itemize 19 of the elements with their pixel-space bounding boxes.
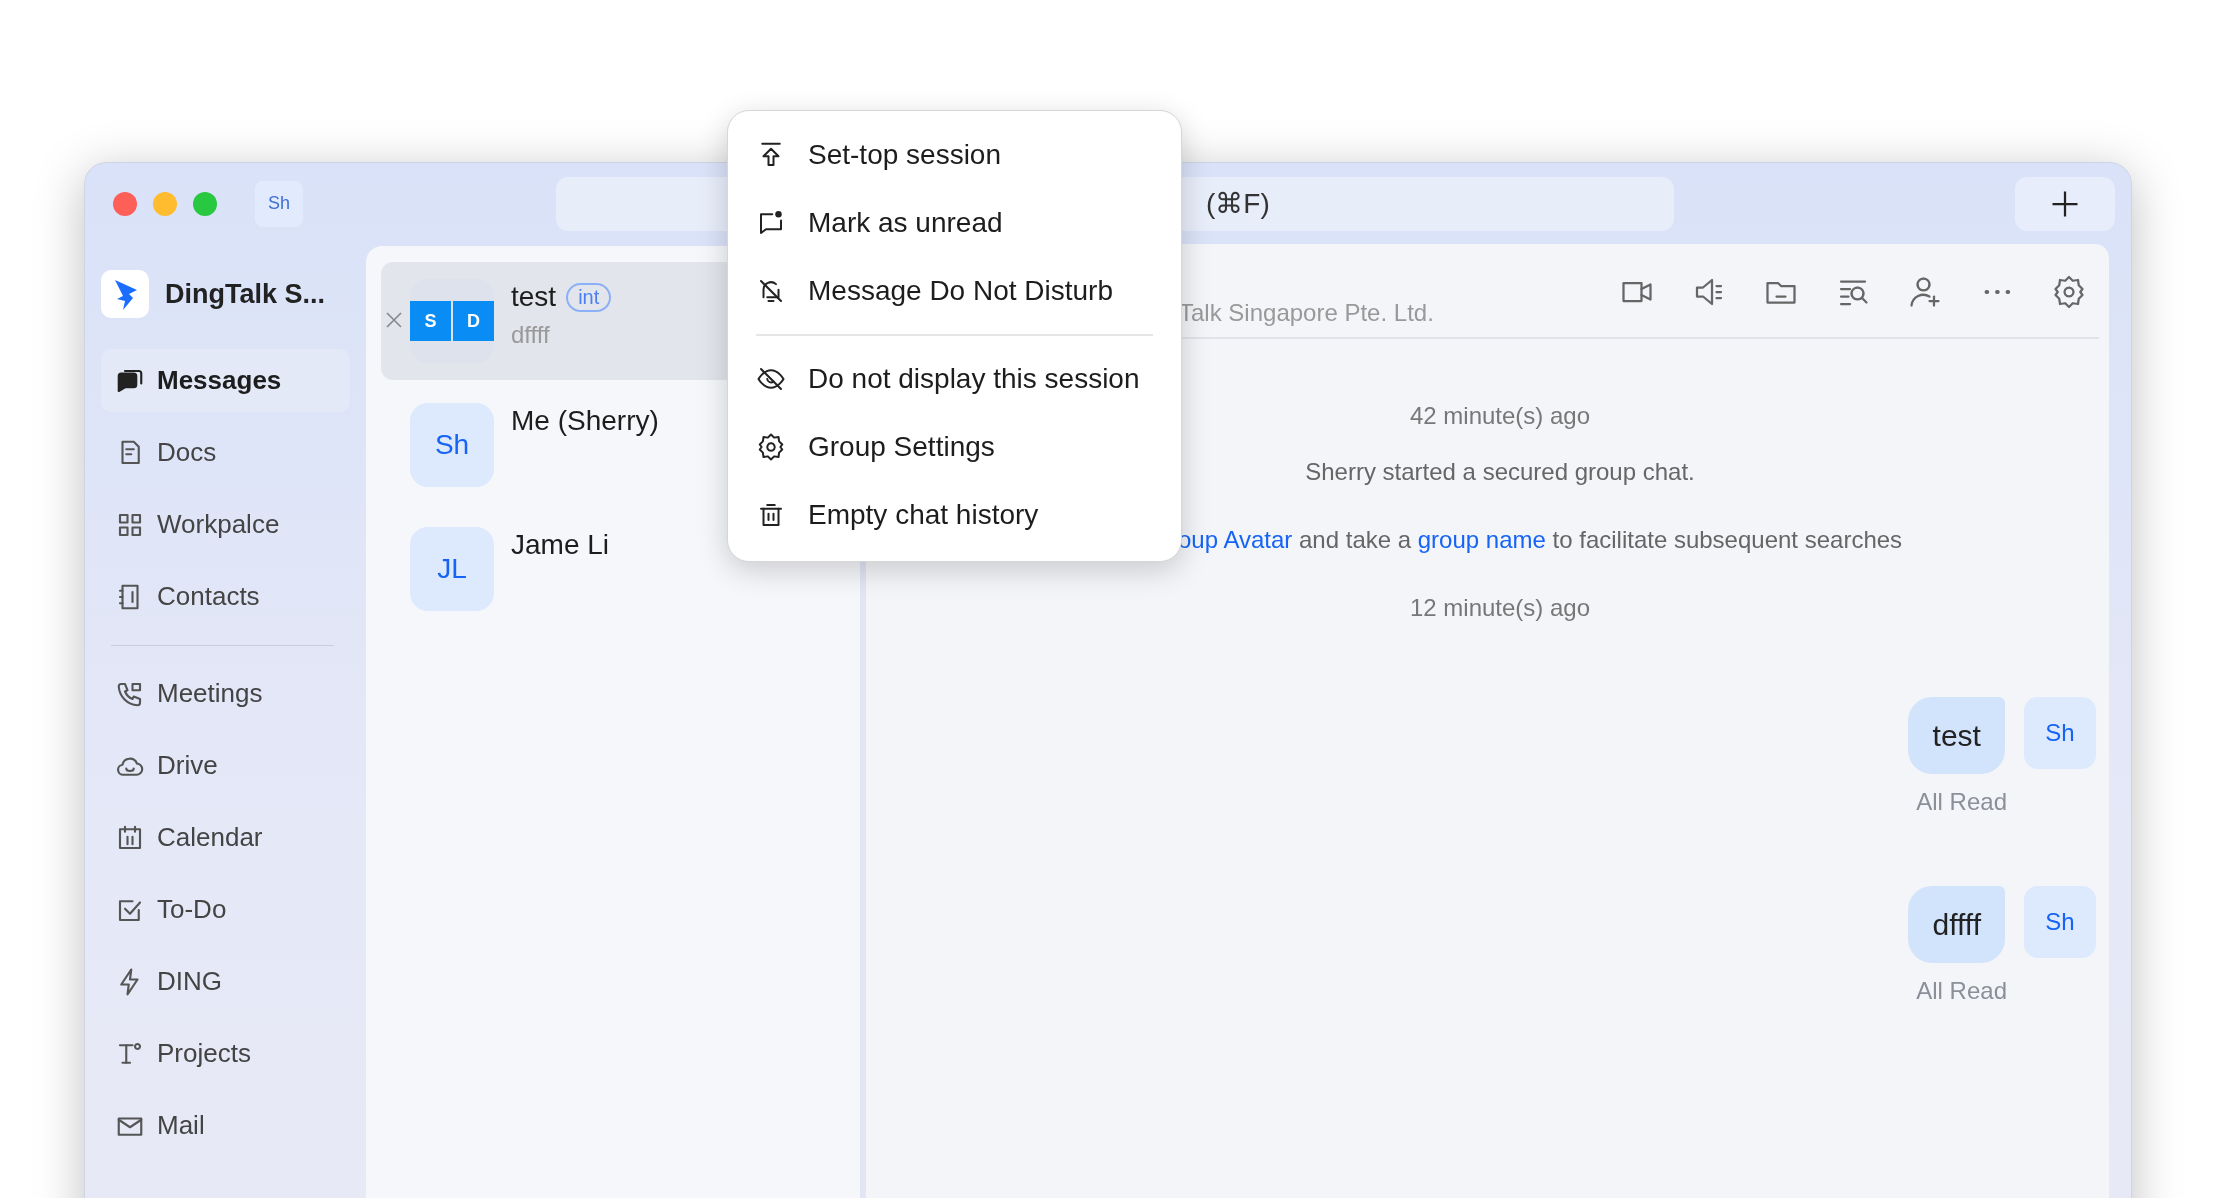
chat-subtitle: Talk Singapore Pte. Ltd.: [1179, 299, 1434, 327]
avatar: Sh: [2024, 697, 2096, 769]
read-receipt: All Read: [1916, 788, 2007, 816]
conversation-name: Me (Sherry): [511, 405, 659, 437]
message-bubble: test: [1908, 697, 2006, 774]
avatar: JL: [410, 527, 494, 611]
system-message: Sherry started a secured group chat.: [1305, 458, 1695, 487]
avatar: Sh: [2024, 886, 2096, 958]
timestamp: 12 minute(s) ago: [1409, 594, 1591, 623]
conversation-name: Jame Li: [511, 529, 610, 561]
message-bubble: dffff: [1908, 886, 2006, 963]
group-avatar: S D: [410, 279, 494, 363]
tag: int: [566, 282, 612, 312]
message-preview: dffff: [511, 321, 551, 349]
conversation-name: test: [511, 281, 557, 313]
organization-name: DingTalk S...: [165, 278, 326, 310]
read-receipt: All Read: [1916, 977, 2007, 1005]
avatar: Sh: [410, 403, 494, 487]
timestamp: 42 minute(s) ago: [1409, 402, 1591, 431]
